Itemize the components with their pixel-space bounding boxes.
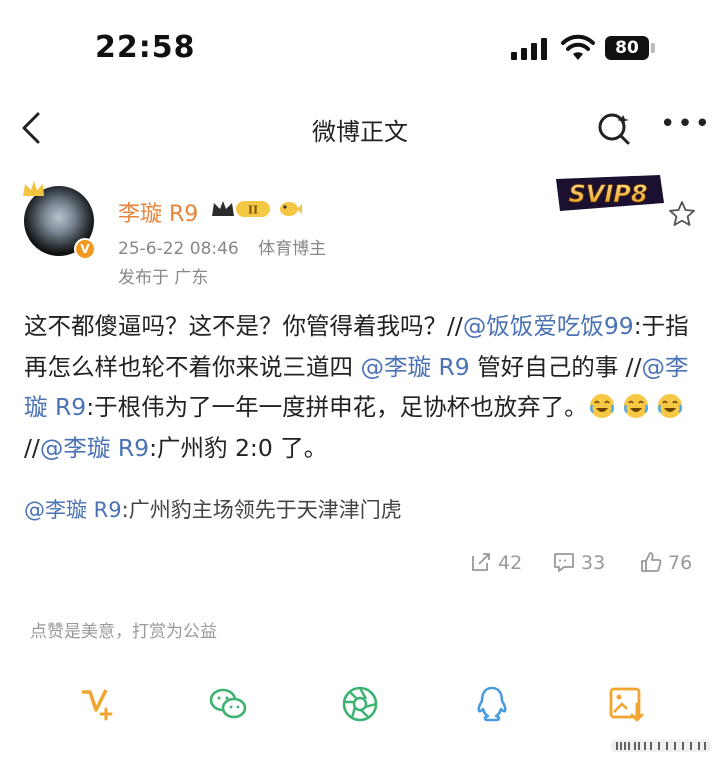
author-avatar[interactable]: V (20, 178, 102, 260)
favorite-star-icon[interactable] (668, 200, 696, 228)
cellular-signal-icon (511, 38, 549, 60)
search-icon[interactable] (596, 110, 632, 146)
author-name[interactable]: 李璇 R9 (118, 196, 198, 228)
svip-label: SVIP8 (568, 180, 647, 208)
verified-badge-icon: V (74, 238, 96, 260)
mention-link[interactable]: @李璇 R9 (360, 353, 469, 381)
laughing-crying-emoji (657, 394, 682, 418)
battery-icon: 80 (605, 36, 655, 60)
vip-share-icon[interactable] (76, 684, 116, 724)
svg-text:II: II (248, 204, 258, 217)
qq-icon[interactable] (472, 684, 512, 724)
repost-button[interactable]: 42 (470, 551, 522, 581)
like-count: 76 (668, 552, 693, 574)
post-text-segment: :于根伟为了一年一度拼申花，足协杯也放弃了。 (86, 393, 588, 421)
repost-count: 42 (498, 552, 523, 574)
battery-level: 80 (605, 36, 649, 60)
laughing-crying-emoji (623, 394, 648, 418)
wifi-icon (561, 34, 595, 60)
quoted-post[interactable]: @李璇 R9:广州豹主场领先于天津津门虎 (24, 494, 700, 524)
save-image-icon[interactable] (606, 684, 646, 724)
reward-note: 点赞是美意，打赏为公益 (30, 622, 217, 642)
post-text-segment: :广州豹 2:0 了。 (149, 433, 328, 462)
wechat-icon[interactable] (208, 684, 248, 724)
svip-badge[interactable]: SVIP8 (550, 173, 666, 213)
mention-link[interactable]: @李璇 R9 (40, 434, 149, 462)
comment-icon (554, 553, 574, 572)
quoted-mention[interactable]: @李璇 R9 (24, 498, 122, 522)
vip-crown-level-icon: II (212, 201, 270, 217)
nav-bar: 微博正文 ••• (0, 100, 720, 156)
post-text-segment: 这不都傻逼吗？这不是？你管得着我吗？// (24, 312, 463, 340)
repost-icon (472, 553, 490, 571)
mention-link[interactable]: @饭饭爱吃饭99 (463, 312, 634, 340)
comment-button[interactable]: 33 (553, 551, 605, 581)
comment-count: 33 (581, 552, 606, 574)
moments-icon[interactable] (340, 684, 380, 724)
post-meta: 25-6-22 08:46 体育博主 (118, 234, 326, 259)
post-text-segment: // (24, 433, 40, 462)
author-role: 体育博主 (258, 239, 327, 259)
crown-decoration-icon (23, 181, 44, 196)
bottom-indicator-icon (611, 740, 711, 752)
post-text-segment: 管好自己的事 // (469, 352, 642, 381)
more-options-icon[interactable]: ••• (660, 111, 710, 140)
post-body: 这不都傻逼吗？这不是？你管得着我吗？//@饭饭爱吃饭99:于指再怎么样也轮不着你… (24, 306, 700, 468)
status-time: 22:58 (95, 30, 196, 65)
quoted-text: :广州豹主场领先于天津津门虎 (121, 498, 402, 522)
status-bar: 22:58 80 (0, 0, 720, 100)
laughing-crying-emoji (589, 394, 614, 418)
fish-badge-icon (280, 202, 302, 216)
like-button[interactable]: 76 (640, 551, 692, 581)
like-thumb-icon (641, 552, 662, 572)
post-location: 发布于 广东 (118, 268, 209, 288)
post-date: 25-6-22 08:46 (118, 239, 239, 259)
